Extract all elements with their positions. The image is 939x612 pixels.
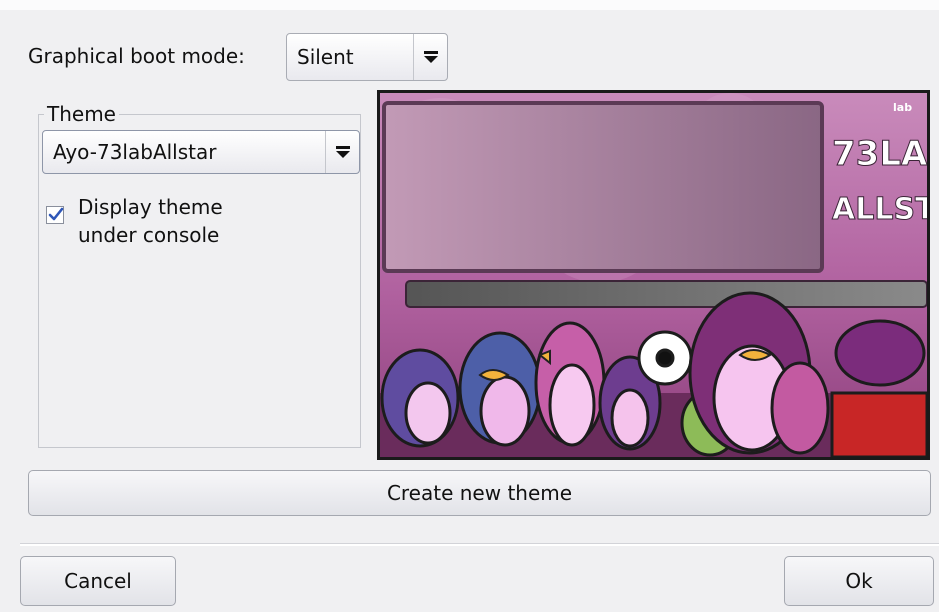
cancel-button[interactable]: Cancel [20, 556, 176, 606]
boot-mode-dropdown-button[interactable] [413, 34, 447, 80]
dialog-separator [20, 543, 939, 546]
dropdown-arrow-icon [335, 146, 350, 158]
checkmark-icon [48, 207, 64, 221]
ok-label: Ok [845, 569, 873, 593]
create-new-theme-label: Create new theme [386, 481, 573, 505]
theme-dropdown-button[interactable] [325, 131, 359, 173]
cancel-label: Cancel [64, 569, 132, 593]
console-theme-checkbox[interactable] [46, 206, 64, 224]
theme-select[interactable]: Ayo-73labAllstar [42, 130, 360, 174]
theme-preview-image: lab 73LAB ALLSTAR [377, 90, 930, 460]
boot-mode-select[interactable]: Silent [286, 33, 448, 81]
preview-logo-line2: ALLSTAR [832, 192, 927, 227]
boot-mode-value: Silent [297, 45, 354, 69]
ok-button[interactable]: Ok [784, 556, 934, 606]
dropdown-arrow-icon [423, 51, 438, 63]
console-theme-label: Display theme under console [78, 195, 223, 247]
preview-logo-small: lab [893, 101, 912, 114]
create-new-theme-button[interactable]: Create new theme [28, 470, 931, 516]
preview-logo-line1: 73LAB [832, 134, 927, 174]
theme-value: Ayo-73labAllstar [53, 140, 217, 164]
theme-group-title: Theme [44, 102, 119, 126]
window-top-edge [0, 0, 939, 10]
boot-mode-label: Graphical boot mode: [28, 44, 245, 68]
console-theme-option[interactable]: Display theme under console [46, 193, 278, 249]
theme-preview-artwork: lab 73LAB ALLSTAR [380, 93, 927, 457]
